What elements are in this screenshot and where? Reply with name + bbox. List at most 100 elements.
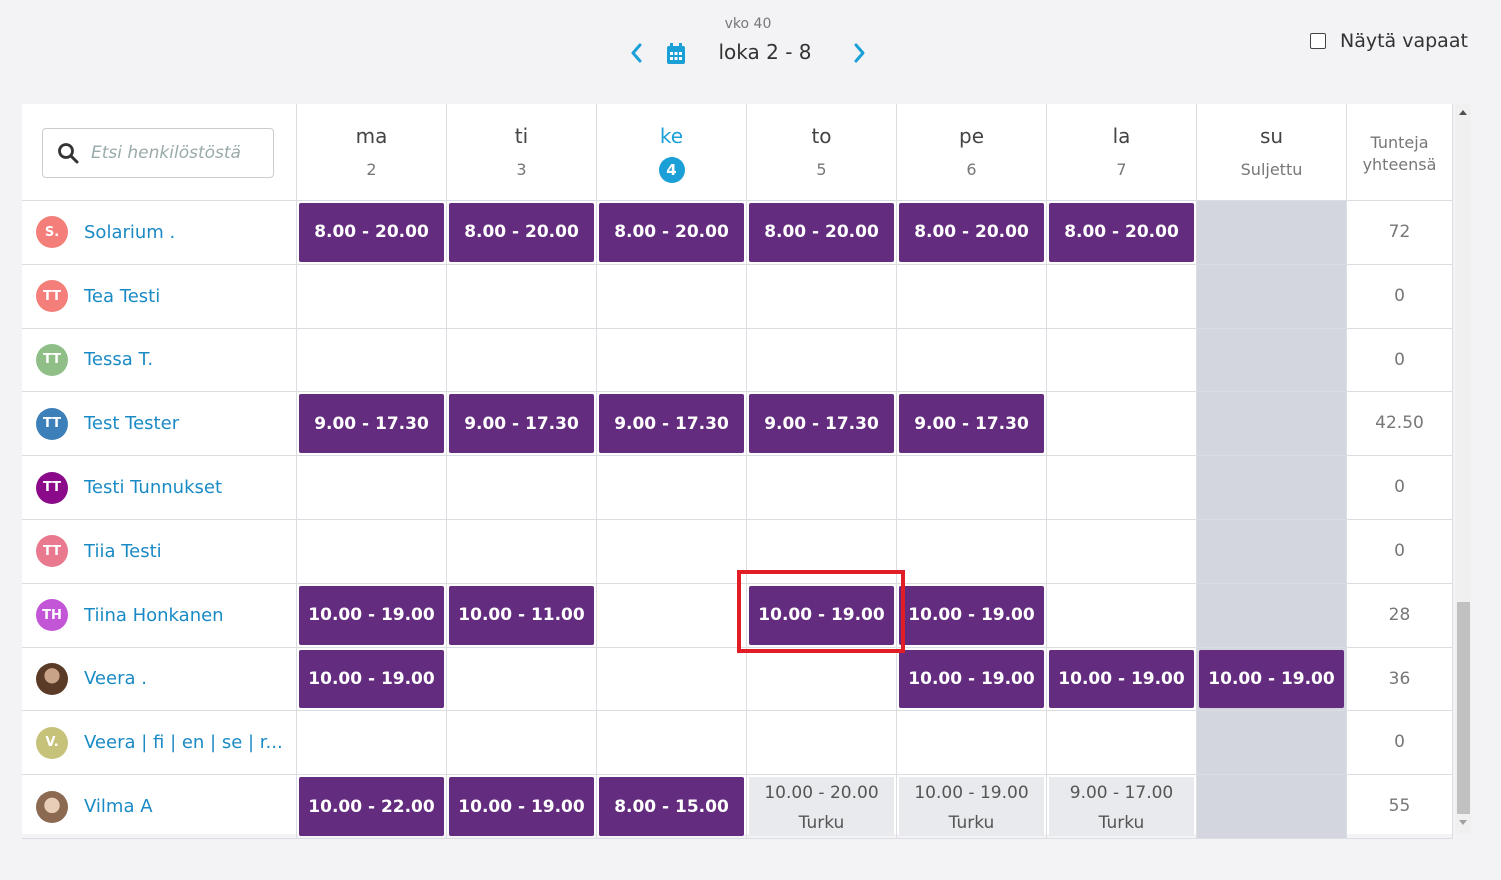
shift-block[interactable]: 8.00 - 20.00 xyxy=(599,203,744,262)
employee-name-link[interactable]: Tessa T. xyxy=(84,349,153,370)
shift-block[interactable]: 9.00 - 17.30 xyxy=(299,394,444,454)
shift-cell[interactable]: 10.00 - 19.00 Turku xyxy=(897,775,1047,839)
shift-cell[interactable]: 10.00 - 19.00 xyxy=(897,583,1047,648)
shift-cell[interactable] xyxy=(447,647,597,712)
employee-name-link[interactable]: Test Tester xyxy=(84,413,179,434)
shift-block[interactable]: 10.00 - 19.00 xyxy=(899,585,1044,645)
employee-name-cell[interactable]: TT Testi Tunnukset xyxy=(22,456,297,520)
shift-block[interactable]: 10.00 - 22.00 xyxy=(299,777,444,836)
shift-block[interactable]: 10.00 - 19.00 xyxy=(299,649,444,709)
employee-name-link[interactable]: Tiia Testi xyxy=(84,541,162,562)
next-week-button[interactable] xyxy=(848,38,870,68)
employee-name-cell[interactable]: TT Tessa T. xyxy=(22,328,297,393)
shift-cell[interactable] xyxy=(597,456,747,520)
employee-name-link[interactable]: Tea Testi xyxy=(84,286,160,307)
shift-cell[interactable] xyxy=(747,264,897,329)
employee-name-cell[interactable]: TT Tiia Testi xyxy=(22,520,297,584)
shift-cell[interactable] xyxy=(297,711,447,776)
shift-cell[interactable] xyxy=(447,264,597,329)
shift-cell[interactable]: 8.00 - 20.00 xyxy=(1047,201,1197,265)
shift-cell[interactable]: 8.00 - 20.00 xyxy=(447,201,597,265)
shift-cell[interactable] xyxy=(1047,520,1197,584)
shift-cell[interactable]: 10.00 - 11.00 xyxy=(447,583,597,648)
shift-block[interactable]: 10.00 - 11.00 xyxy=(449,585,594,645)
shift-block[interactable]: 8.00 - 15.00 xyxy=(599,777,744,836)
shift-cell[interactable] xyxy=(1047,711,1197,776)
shift-block[interactable]: 10.00 - 19.00 xyxy=(449,777,594,836)
shift-cell[interactable] xyxy=(747,520,897,584)
shift-cell[interactable]: 10.00 - 22.00 xyxy=(297,775,447,839)
scroll-down-arrow[interactable] xyxy=(1459,820,1467,825)
shift-block[interactable]: 9.00 - 17.30 xyxy=(749,394,894,454)
shift-cell[interactable]: 9.00 - 17.30 xyxy=(897,392,1047,457)
shift-cell[interactable] xyxy=(597,520,747,584)
shift-cell[interactable] xyxy=(897,264,1047,329)
shift-cell[interactable]: 10.00 - 19.00 xyxy=(1047,647,1197,712)
search-box[interactable] xyxy=(42,128,274,178)
scroll-thumb[interactable] xyxy=(1457,602,1470,814)
shift-cell[interactable] xyxy=(897,520,1047,584)
shift-cell[interactable]: 10.00 - 19.00 xyxy=(747,583,897,648)
show-free-checkbox[interactable] xyxy=(1310,33,1326,49)
shift-cell[interactable] xyxy=(297,456,447,520)
previous-week-button[interactable] xyxy=(626,38,648,68)
shift-cell[interactable] xyxy=(1197,264,1347,329)
employee-name-link[interactable]: Vilma A xyxy=(84,796,153,817)
shift-block[interactable]: 8.00 - 20.00 xyxy=(749,203,894,262)
search-input[interactable] xyxy=(89,142,263,164)
shift-cell[interactable] xyxy=(297,264,447,329)
shift-cell[interactable] xyxy=(447,456,597,520)
shift-block[interactable]: 8.00 - 20.00 xyxy=(299,203,444,262)
shift-cell[interactable] xyxy=(1197,583,1347,648)
shift-cell[interactable]: 8.00 - 20.00 xyxy=(597,201,747,265)
shift-cell[interactable]: 8.00 - 15.00 xyxy=(597,775,747,839)
shift-cell[interactable] xyxy=(597,711,747,776)
shift-cell[interactable] xyxy=(1197,201,1347,265)
shift-block[interactable]: 9.00 - 17.30 xyxy=(899,394,1044,454)
shift-cell[interactable]: 9.00 - 17.30 xyxy=(747,392,897,457)
shift-block[interactable]: 10.00 - 19.00 xyxy=(1199,649,1344,709)
shift-cell[interactable] xyxy=(1047,328,1197,393)
shift-cell[interactable]: 9.00 - 17.00 Turku xyxy=(1047,775,1197,839)
shift-other-location[interactable]: 10.00 - 19.00 Turku xyxy=(899,777,1044,836)
shift-cell[interactable] xyxy=(1197,456,1347,520)
shift-cell[interactable]: 10.00 - 19.00 xyxy=(1197,647,1347,712)
shift-cell[interactable] xyxy=(597,328,747,393)
shift-cell[interactable] xyxy=(747,711,897,776)
shift-cell[interactable] xyxy=(597,647,747,712)
shift-other-location[interactable]: 10.00 - 20.00 Turku xyxy=(749,777,894,836)
shift-cell[interactable] xyxy=(297,328,447,393)
shift-cell[interactable]: 10.00 - 19.00 xyxy=(897,647,1047,712)
shift-cell[interactable] xyxy=(747,456,897,520)
shift-cell[interactable]: 9.00 - 17.30 xyxy=(447,392,597,457)
shift-cell[interactable] xyxy=(597,264,747,329)
employee-name-cell[interactable]: Veera . xyxy=(22,647,297,712)
shift-block[interactable]: 8.00 - 20.00 xyxy=(449,203,594,262)
shift-cell[interactable]: 8.00 - 20.00 xyxy=(747,201,897,265)
shift-cell[interactable] xyxy=(747,647,897,712)
shift-cell[interactable] xyxy=(1197,711,1347,776)
employee-name-link[interactable]: Veera | fi | en | se | r... xyxy=(84,732,283,753)
employee-name-cell[interactable]: V. Veera | fi | en | se | r... xyxy=(22,711,297,776)
shift-cell[interactable] xyxy=(897,711,1047,776)
shift-block[interactable]: 10.00 - 19.00 xyxy=(1049,649,1194,709)
employee-name-link[interactable]: Solarium . xyxy=(84,222,175,243)
shift-cell[interactable] xyxy=(1197,328,1347,393)
vertical-scrollbar[interactable] xyxy=(1455,104,1471,834)
shift-block[interactable]: 8.00 - 20.00 xyxy=(899,203,1044,262)
shift-block[interactable]: 10.00 - 19.00 xyxy=(749,585,894,645)
shift-cell[interactable] xyxy=(897,328,1047,393)
employee-name-cell[interactable]: TT Tea Testi xyxy=(22,264,297,329)
shift-block[interactable]: 9.00 - 17.30 xyxy=(449,394,594,454)
show-free-toggle[interactable]: Näytä vapaat xyxy=(1310,30,1468,52)
employee-name-link[interactable]: Veera . xyxy=(84,668,147,689)
shift-cell[interactable]: 10.00 - 19.00 xyxy=(297,583,447,648)
scroll-up-arrow[interactable] xyxy=(1459,110,1467,115)
shift-cell[interactable]: 10.00 - 19.00 xyxy=(447,775,597,839)
employee-name-link[interactable]: Testi Tunnukset xyxy=(84,477,222,498)
shift-cell[interactable] xyxy=(1047,583,1197,648)
shift-cell[interactable] xyxy=(897,456,1047,520)
shift-cell[interactable]: 9.00 - 17.30 xyxy=(597,392,747,457)
shift-cell[interactable]: 10.00 - 19.00 xyxy=(297,647,447,712)
shift-cell[interactable] xyxy=(447,328,597,393)
